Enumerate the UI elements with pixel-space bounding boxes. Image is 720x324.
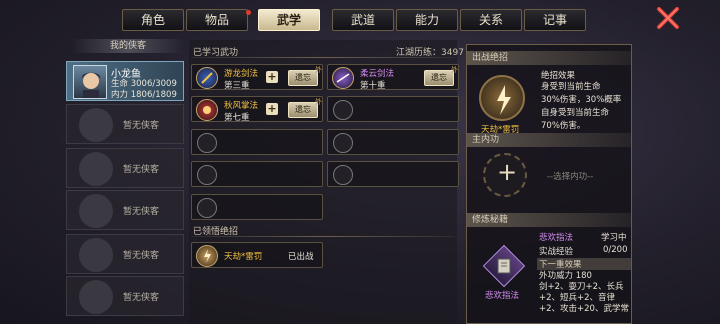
tab-5[interactable]: 关系 — [460, 9, 522, 31]
palm-skill-icon — [196, 99, 218, 121]
empty-skill-slot[interactable] — [191, 129, 323, 155]
book-icon-label: 悲欢指法 — [485, 291, 520, 301]
battle-ultimate-header: 出战绝招 — [467, 51, 631, 65]
empty-avatar-icon — [79, 280, 113, 314]
upgrade-plus-button[interactable]: + — [266, 71, 278, 83]
empty-skill-slot[interactable] — [327, 161, 459, 187]
forget-button[interactable]: 遗忘 — [424, 70, 454, 86]
effect-text: 身受到当前生命 30%伤害，30%概率 自身受到当前生命 70%伤害。 — [541, 82, 622, 131]
empty-avatar-icon — [79, 152, 113, 186]
select-inner-skill-button[interactable]: + — [483, 153, 527, 197]
ultimate-status: 已出战 — [288, 252, 314, 262]
hero-slot-empty[interactable]: 暂无侠客 — [66, 190, 184, 230]
skill-slot-2[interactable]: 柔云剑法 第十重 遗忘 外 — [327, 64, 459, 91]
empty-skill-slot[interactable] — [327, 129, 459, 155]
empty-slot-label: 暂无侠客 — [123, 165, 160, 175]
hero-mp: 内力 1806/1809 — [111, 90, 177, 100]
hero-slot-empty[interactable]: 暂无侠客 — [66, 234, 184, 274]
empty-avatar-icon — [79, 194, 113, 228]
tab-0[interactable]: 角色 — [122, 9, 184, 31]
notification-dot — [246, 10, 251, 15]
upgrade-plus-button[interactable]: + — [266, 103, 278, 115]
tab-4[interactable]: 能力 — [396, 9, 458, 31]
empty-skill-slot[interactable] — [191, 161, 323, 187]
tab-6[interactable]: 记事 — [524, 9, 586, 31]
skill-slot-1[interactable]: 游龙剑法 第三重 + 遗忘 外 — [191, 64, 323, 91]
empty-skill-slot[interactable] — [191, 194, 323, 220]
details-panel: 出战绝招 天劫*雷罚 绝招效果 身受到当前生命 30%伤害，30%概率 自身受到当前… — [466, 44, 632, 324]
forget-button[interactable]: 遗忘 — [288, 70, 318, 86]
thunder-ultimate-icon — [196, 245, 218, 267]
empty-slot-label: 暂无侠客 — [123, 207, 160, 217]
effect-title: 绝招效果 — [541, 71, 576, 81]
tab-1[interactable]: 物品 — [186, 9, 248, 31]
empty-skill-slot[interactable] — [327, 96, 459, 122]
forget-button[interactable]: 遗忘 — [288, 102, 318, 118]
book-status: 学习中 — [601, 233, 627, 243]
exp-value: 0/200 — [603, 245, 628, 255]
battle-ultimate-icon[interactable] — [479, 75, 525, 121]
book-icon — [495, 257, 513, 275]
skill-slot-3[interactable]: 秋风掌法 第七重 + 遗忘 外 — [191, 96, 323, 123]
empty-avatar-icon — [79, 238, 113, 272]
cloud-sword-skill-icon — [332, 67, 354, 89]
tab-3[interactable]: 武道 — [332, 9, 394, 31]
ultimate-slot[interactable]: 天劫*雷罚 已出战 — [191, 242, 323, 268]
exp-label: 实战经验 — [539, 247, 574, 257]
divider — [191, 57, 455, 58]
empty-slot-label: 暂无侠客 — [123, 251, 160, 261]
empty-slot-label: 暂无侠客 — [123, 121, 160, 131]
empty-slot-label: 暂无侠客 — [123, 293, 160, 303]
next-effect-text: 外功威力 180 剑+2、耍刀+2、长兵 +2、短兵+2、音律 +2、攻击+20、武学… — [539, 271, 629, 314]
secret-book-header: 修炼秘籍 — [467, 213, 631, 227]
close-icon[interactable] — [656, 6, 680, 30]
hero-slot-empty[interactable]: 暂无侠客 — [66, 104, 184, 144]
inner-skill-placeholder: --选择内功-- — [547, 172, 594, 182]
inner-skill-header: 主内功 — [467, 133, 631, 147]
tab-bar: 角色 物品 武学 武道 能力 关系 记事 — [0, 0, 720, 36]
tab-2[interactable]: 武学 — [258, 9, 320, 31]
hero-slot-empty[interactable]: 暂无侠客 — [66, 148, 184, 188]
divider — [191, 236, 455, 237]
hero-avatar — [73, 65, 107, 99]
my-heroes-header: 我的侠客 — [72, 39, 184, 53]
empty-avatar-icon — [79, 108, 113, 142]
book-name: 悲欢指法 — [539, 233, 574, 243]
hero-slot-empty[interactable]: 暂无侠客 — [66, 276, 184, 316]
hero-slot-selected[interactable]: 小龙鱼 生命 3006/3009 内力 1806/1809 — [66, 61, 184, 101]
next-effect-label: 下一重效果 — [537, 258, 631, 270]
sword-skill-icon — [196, 67, 218, 89]
